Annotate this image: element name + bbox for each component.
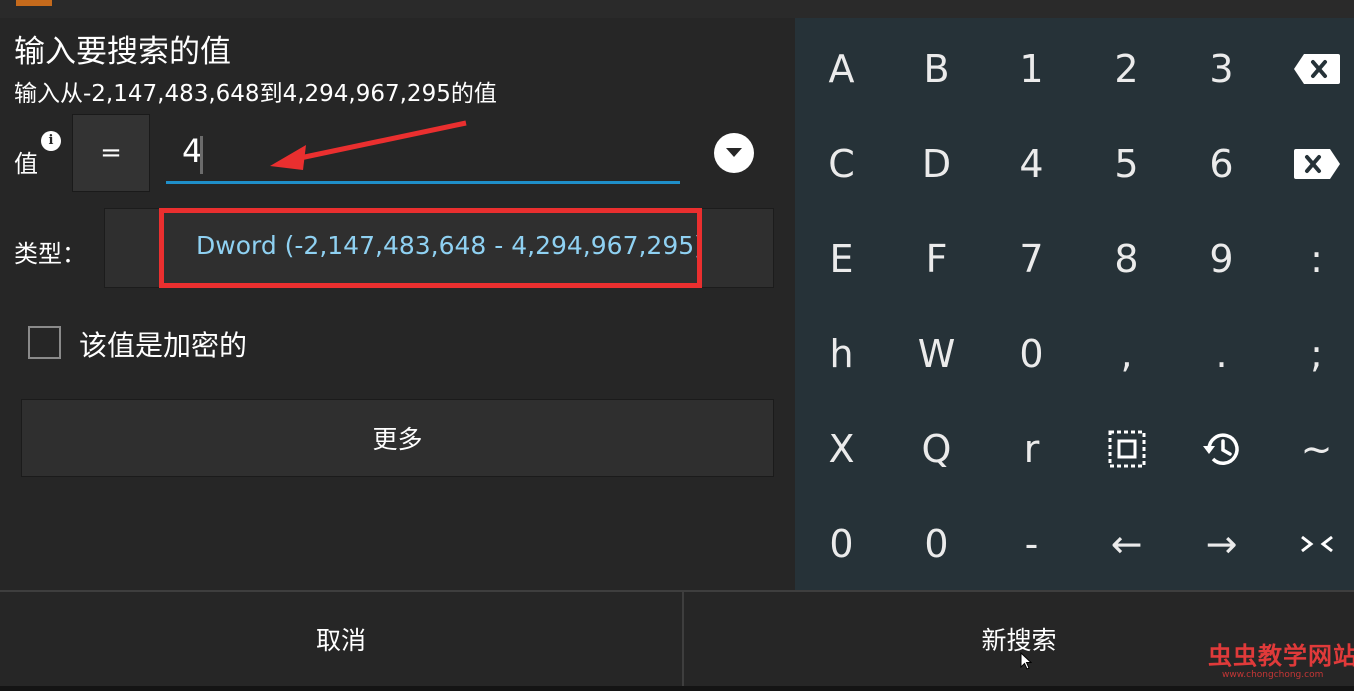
- mouse-pointer-icon: [1020, 652, 1032, 670]
- key-5[interactable]: 5: [1080, 116, 1173, 211]
- key-colon[interactable]: :: [1270, 211, 1354, 306]
- key-a[interactable]: A: [795, 21, 888, 116]
- key-b[interactable]: B: [890, 21, 983, 116]
- select-all-icon: [1108, 430, 1145, 467]
- bottom-strip: [0, 686, 1354, 691]
- key-q[interactable]: Q: [890, 401, 983, 496]
- value-label: 值: [14, 150, 38, 178]
- key-tilde[interactable]: ~: [1270, 401, 1354, 496]
- key-minus[interactable]: -: [985, 496, 1078, 591]
- history-key[interactable]: [1175, 401, 1268, 496]
- annotation-highlight-box: [159, 208, 702, 288]
- key-4[interactable]: 4: [985, 116, 1078, 211]
- key-semicolon[interactable]: ;: [1270, 306, 1354, 401]
- key-r[interactable]: r: [985, 401, 1078, 496]
- collapse-keypad-key[interactable]: [1270, 496, 1354, 591]
- key-right-arrow[interactable]: →: [1175, 496, 1268, 591]
- cancel-button[interactable]: 取消: [0, 592, 682, 686]
- key-7[interactable]: 7: [985, 211, 1078, 306]
- key-d[interactable]: D: [890, 116, 983, 211]
- background-app-strip: [0, 0, 1354, 18]
- encrypted-checkbox-label[interactable]: 该值是加密的: [79, 324, 247, 364]
- key-e[interactable]: E: [795, 211, 888, 306]
- more-button[interactable]: 更多: [21, 399, 774, 477]
- search-value-dialog: 输入要搜索的值 输入从-2,147,483,648到4,294,967,295的…: [0, 18, 1354, 686]
- key-comma[interactable]: ,: [1080, 306, 1173, 401]
- key-h[interactable]: h: [795, 306, 888, 401]
- collapse-icon: [1300, 535, 1333, 552]
- key-x[interactable]: X: [795, 401, 888, 496]
- key-8[interactable]: 8: [1080, 211, 1173, 306]
- dialog-form: 输入要搜索的值 输入从-2,147,483,648到4,294,967,295的…: [0, 18, 795, 590]
- key-6[interactable]: 6: [1175, 116, 1268, 211]
- dialog-title: 输入要搜索的值: [14, 34, 231, 70]
- key-left-arrow[interactable]: ←: [1080, 496, 1173, 591]
- key-0-bottom-1[interactable]: 0: [795, 496, 888, 591]
- key-3[interactable]: 3: [1175, 21, 1268, 116]
- dialog-footer: 取消 新搜索: [0, 590, 1354, 686]
- clear-icon: [1293, 148, 1340, 179]
- hex-keypad: A B 1 2 3 C D 4 5 6 E F 7 8 9 : h W 0 , …: [795, 18, 1354, 590]
- key-period[interactable]: .: [1175, 306, 1268, 401]
- type-label: 类型：: [14, 240, 86, 268]
- background-app-logo: [16, 0, 52, 6]
- key-9[interactable]: 9: [1175, 211, 1268, 306]
- key-1[interactable]: 1: [985, 21, 1078, 116]
- operator-button[interactable]: =: [72, 114, 150, 192]
- key-w[interactable]: W: [890, 306, 983, 401]
- info-icon[interactable]: i: [41, 131, 61, 151]
- dialog-subtitle: 输入从-2,147,483,648到4,294,967,295的值: [14, 81, 497, 107]
- watermark-url: www.chongchong.com: [1222, 670, 1324, 680]
- backspace-key[interactable]: [1270, 21, 1354, 116]
- key-0[interactable]: 0: [985, 306, 1078, 401]
- encrypted-checkbox[interactable]: [28, 326, 61, 359]
- key-c[interactable]: C: [795, 116, 888, 211]
- chevron-down-icon: [726, 148, 742, 157]
- key-0-bottom-2[interactable]: 0: [890, 496, 983, 591]
- watermark-logo: 虫虫教学网站: [1208, 642, 1354, 670]
- backspace-icon: [1293, 53, 1340, 84]
- value-input[interactable]: 4: [166, 118, 680, 184]
- text-cursor: [200, 136, 203, 174]
- value-dropdown-button[interactable]: [714, 133, 754, 173]
- history-icon: [1202, 432, 1239, 465]
- key-2[interactable]: 2: [1080, 21, 1173, 116]
- select-all-key[interactable]: [1080, 401, 1173, 496]
- key-f[interactable]: F: [890, 211, 983, 306]
- clear-key[interactable]: [1270, 116, 1354, 211]
